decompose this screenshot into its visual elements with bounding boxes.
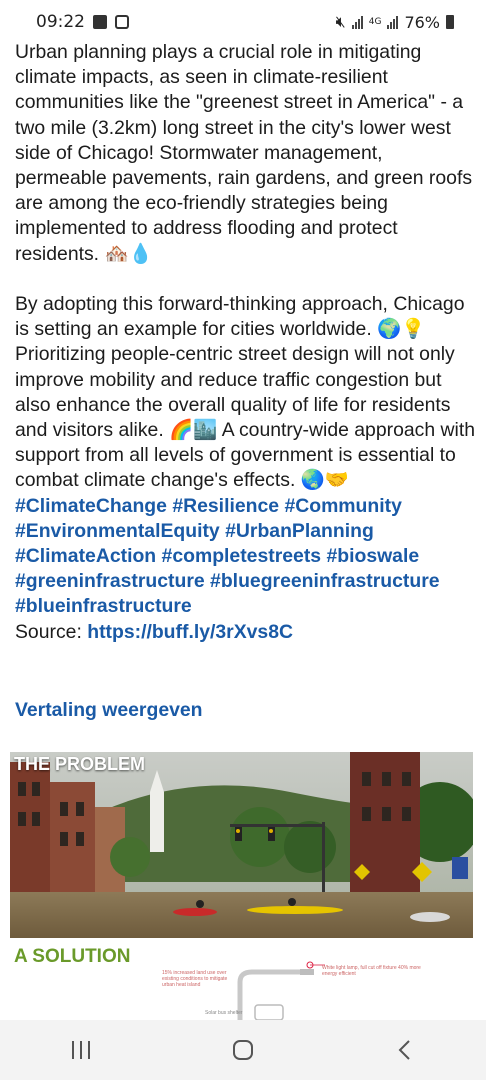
status-right: 🔇︎ 4G 76% bbox=[336, 12, 454, 32]
hashtag[interactable]: #bluegreeninfrastructure bbox=[210, 570, 440, 592]
hashtag[interactable]: #Resilience bbox=[172, 495, 279, 517]
hashtag[interactable]: #EnvironmentalEquity bbox=[15, 520, 220, 542]
navigation-bar bbox=[0, 1020, 486, 1080]
back-icon[interactable] bbox=[375, 1030, 435, 1070]
battery-percent: 76% bbox=[404, 12, 440, 32]
hashtag-list: #ClimateChange #Resilience #Community #E… bbox=[15, 494, 475, 620]
signal-icon bbox=[387, 15, 399, 29]
status-bar: 09:22 🔇︎ 4G 76% bbox=[0, 0, 486, 44]
network-type: 4G bbox=[368, 16, 382, 27]
flood-photo bbox=[10, 752, 473, 938]
status-left: 09:22 bbox=[36, 12, 129, 32]
hashtag[interactable]: #blueinfrastructure bbox=[15, 595, 192, 617]
hashtag[interactable]: #greeninfrastructure bbox=[15, 570, 205, 592]
gallery-icon bbox=[93, 15, 107, 29]
solution-note: White light lamp, full cut off fixture 4… bbox=[322, 965, 421, 977]
hashtag[interactable]: #completestreets bbox=[162, 545, 322, 567]
post-paragraph-2: By adopting this forward-thinking approa… bbox=[15, 293, 476, 492]
post-image[interactable]: THE PROBLEM A SOLUTION 15% increased lan… bbox=[10, 752, 473, 1020]
hashtag[interactable]: #Community bbox=[284, 495, 401, 517]
post-paragraph-1: Urban planning plays a crucial role in m… bbox=[15, 41, 473, 265]
status-time: 09:22 bbox=[36, 12, 85, 32]
solution-label: A SOLUTION bbox=[14, 946, 131, 967]
hashtag[interactable]: #bioswale bbox=[326, 545, 419, 567]
mute-icon: 🔇︎ bbox=[335, 12, 346, 31]
problem-label: THE PROBLEM bbox=[14, 754, 146, 774]
signal-icon bbox=[351, 15, 363, 29]
translate-button[interactable]: Vertaling weergeven bbox=[15, 699, 203, 722]
recent-apps-icon[interactable] bbox=[51, 1030, 111, 1070]
home-icon[interactable] bbox=[213, 1030, 273, 1070]
hashtag[interactable]: #ClimateAction bbox=[15, 545, 156, 567]
battery-icon bbox=[446, 15, 454, 29]
source-line: Source: https://buff.ly/3rXvs8C bbox=[15, 620, 475, 645]
source-link[interactable]: https://buff.ly/3rXvs8C bbox=[87, 621, 293, 643]
source-label: Source: bbox=[15, 620, 82, 643]
hashtag[interactable]: #UrbanPlanning bbox=[225, 520, 374, 542]
hashtag[interactable]: #ClimateChange bbox=[15, 495, 167, 517]
solution-note: 15% increased land use over existing con… bbox=[162, 970, 228, 988]
solution-note: Solar bus shelter bbox=[205, 1010, 243, 1016]
post-body: Urban planning plays a crucial role in m… bbox=[15, 40, 475, 645]
notification-icon bbox=[115, 15, 129, 29]
